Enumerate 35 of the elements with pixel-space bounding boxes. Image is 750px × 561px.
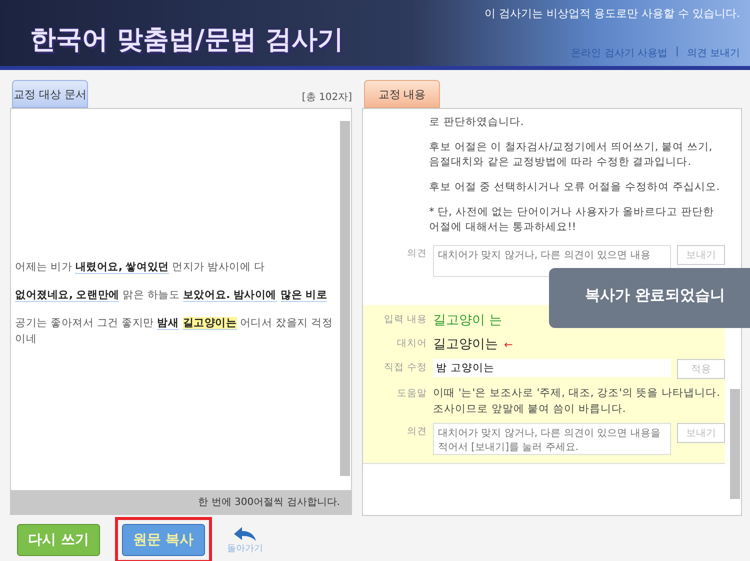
- char-count: [총 102자]: [302, 91, 352, 104]
- help-text: 이때 '는'은 보조사로 '주제, 대조, 강조'의 뜻을 나타냅니다. 조사이므로 앞말에 붙여 씀이 바릅니다.: [433, 386, 721, 417]
- limit-note: 한 번에 300어절씩 검사합니다.: [10, 491, 352, 515]
- field-label: 의견: [406, 425, 427, 438]
- field-label: 직접 수정: [382, 361, 427, 374]
- curved-arrow-icon[interactable]: [234, 526, 256, 540]
- source-text-line: 공기는 좋아져서 그건 좋지만 밤새 길고양이는 어디서 잤을지 걱정이네: [15, 316, 334, 347]
- send-button[interactable]: 보내기: [677, 245, 725, 265]
- field-label: 입력 내용: [382, 313, 427, 326]
- edit-field[interactable]: 밤 고양이는: [433, 359, 671, 377]
- field-label: 의견: [406, 247, 427, 260]
- guide-text: * 단, 사전에 없는 단어이거나 사용자가 올바르다고 판단한 어절에 대해서는 통과하세요!!: [429, 205, 715, 235]
- guide-text: 후보 어절 중 선택하시거나 오류 어절을 수정하여 주십시오.: [429, 180, 721, 195]
- apply-button[interactable]: 적용: [677, 359, 725, 379]
- result-tab[interactable]: 교정 내용: [364, 80, 440, 108]
- rewrite-button[interactable]: 다시 쓰기: [17, 524, 100, 556]
- field-label: 대치어: [396, 337, 427, 350]
- usage-notice: 이 검사기는 비상업적 용도로만 사용할 수 있습니다.: [484, 6, 740, 21]
- back-button[interactable]: 돌아가기: [226, 526, 263, 554]
- opinion-field[interactable]: 대치어가 맞지 않거나, 다른 의견이 있으면 내용을 적어서 [보내기]를 눌러 주세요.: [433, 423, 671, 455]
- source-text-line: 어제는 비가 내렸어요, 쌓여있던 먼지가 밤사이에 다: [15, 260, 266, 275]
- field-label: 도움말: [396, 387, 427, 400]
- guide-text: 로 판단하였습니다.: [429, 115, 525, 130]
- source-tab[interactable]: 교정 대상 문서: [12, 80, 88, 108]
- header-link[interactable]: 의견 보내기: [686, 46, 740, 60]
- input-word: 길고양이 는: [433, 312, 504, 329]
- source-text-line: 없어졌네요, 오랜만에 맑은 하늘도 보았어요. 밤사이에 많은 비로: [15, 288, 328, 303]
- link-separator: |: [675, 46, 679, 59]
- arrow-icon: ←: [504, 339, 513, 351]
- copy-button[interactable]: 원문 복사: [122, 524, 205, 556]
- replacement-word: 길고양이는: [433, 337, 498, 352]
- send-button[interactable]: 보내기: [677, 423, 725, 443]
- app-title: 한국어 맞춤법/문법 검사기: [30, 24, 344, 57]
- guide-text: 후보 어절은 이 철자검사/교정기에서 띄어쓰기, 붙여 쓰기, 음절대치와 같은 교정방법에 따라 수정한 결과입니다.: [429, 140, 714, 170]
- copy-toast: 복사가 완료되었습니: [549, 268, 750, 328]
